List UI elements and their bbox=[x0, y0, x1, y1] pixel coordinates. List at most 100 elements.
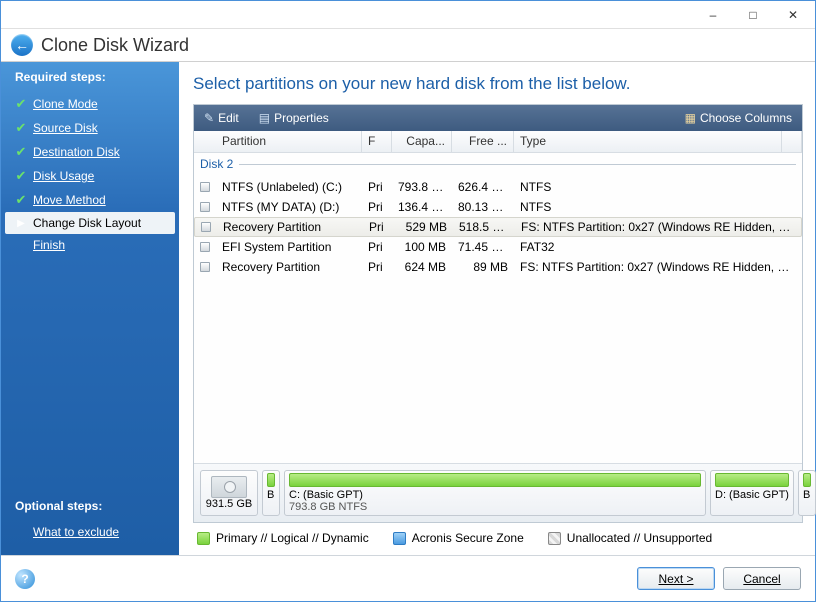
panel-toolbar: Edit Properties Choose Columns bbox=[194, 105, 802, 131]
cell-flag: Pri bbox=[362, 240, 392, 254]
swatch-blue-icon bbox=[393, 532, 406, 545]
part-sub: 793.8 GB NTFS bbox=[289, 501, 701, 513]
disk-map-part[interactable]: C: (Basic GPT)793.8 GB NTFS bbox=[284, 470, 706, 516]
hard-disk-icon bbox=[211, 476, 247, 498]
partition-panel: Edit Properties Choose Columns Part bbox=[193, 104, 803, 523]
legend-unallocated-label: Unallocated // Unsupported bbox=[567, 531, 712, 545]
disk-label-text: Disk 2 bbox=[200, 157, 233, 171]
titlebar: – □ ✕ bbox=[1, 1, 815, 29]
usage-bar bbox=[267, 473, 275, 487]
arrow-icon: ▶ bbox=[15, 218, 27, 229]
cancel-button[interactable]: Cancel bbox=[723, 567, 801, 590]
partition-icon bbox=[195, 222, 217, 232]
step-label: Change Disk Layout bbox=[33, 216, 141, 230]
edit-label: Edit bbox=[218, 111, 239, 125]
sidebar-optional-step[interactable]: What to exclude bbox=[1, 521, 179, 543]
disk-group-label: Disk 2 bbox=[194, 153, 802, 173]
partition-row[interactable]: Recovery PartitionPri529 MB518.5 MBFS: N… bbox=[194, 217, 802, 237]
cell-cap: 136.4 GB bbox=[392, 200, 452, 214]
close-button[interactable]: ✕ bbox=[773, 3, 813, 27]
part-name: C: (Basic GPT) bbox=[289, 489, 701, 501]
step-label: What to exclude bbox=[33, 525, 119, 539]
minimize-button[interactable]: – bbox=[693, 3, 733, 27]
part-name: D: (Basic GPT) bbox=[715, 489, 789, 501]
disk-summary[interactable]: 931.5 GB bbox=[200, 470, 258, 516]
required-steps-list: ✔Clone Mode✔Source Disk✔Destination Disk… bbox=[1, 92, 179, 256]
legend-primary: Primary // Logical // Dynamic bbox=[197, 531, 369, 545]
sidebar: Required steps: ✔Clone Mode✔Source Disk✔… bbox=[1, 62, 179, 555]
partition-icon bbox=[194, 262, 216, 272]
wizard-body: Required steps: ✔Clone Mode✔Source Disk✔… bbox=[1, 62, 815, 555]
optional-steps-list: What to exclude bbox=[1, 521, 179, 543]
properties-button[interactable]: Properties bbox=[249, 105, 339, 131]
instruction-text: Select partitions on your new hard disk … bbox=[193, 74, 803, 94]
step-label: Disk Usage bbox=[33, 169, 94, 183]
wizard-header: ← Clone Disk Wizard bbox=[1, 29, 815, 62]
disk-map-parts: B...C: (Basic GPT)793.8 GB NTFSD: (Basic… bbox=[262, 470, 796, 516]
col-partition[interactable]: Partition bbox=[216, 131, 362, 152]
cell-cap: 529 MB bbox=[393, 220, 453, 234]
col-flags[interactable]: F bbox=[362, 131, 392, 152]
disk-map-part[interactable]: B... bbox=[798, 470, 816, 516]
cell-flag: Pri bbox=[362, 180, 392, 194]
step-label: Destination Disk bbox=[33, 145, 120, 159]
col-type[interactable]: Type bbox=[514, 131, 782, 152]
content-area: Select partitions on your new hard disk … bbox=[179, 62, 815, 555]
disk-map-part[interactable]: D: (Basic GPT) bbox=[710, 470, 794, 516]
disk-map-part[interactable]: B... bbox=[262, 470, 280, 516]
sidebar-step[interactable]: ✔Disk Usage bbox=[1, 164, 179, 188]
columns-icon bbox=[685, 111, 696, 125]
divider bbox=[239, 164, 796, 165]
cell-name: NTFS (Unlabeled) (C:) bbox=[216, 180, 362, 194]
footer: ? Next > Cancel bbox=[1, 555, 815, 601]
cell-name: NTFS (MY DATA) (D:) bbox=[216, 200, 362, 214]
partition-row[interactable]: Recovery PartitionPri624 MB89 MBFS: NTFS… bbox=[194, 257, 802, 277]
sidebar-step[interactable]: Finish bbox=[1, 234, 179, 256]
partition-row[interactable]: NTFS (MY DATA) (D:)Pri136.4 GB80.13 GBNT… bbox=[194, 197, 802, 217]
wizard-window: – □ ✕ ← Clone Disk Wizard Required steps… bbox=[0, 0, 816, 602]
cell-flag: Pri bbox=[363, 220, 393, 234]
sidebar-step[interactable]: ✔Move Method bbox=[1, 188, 179, 212]
col-icon[interactable] bbox=[194, 131, 216, 152]
edit-button[interactable]: Edit bbox=[194, 105, 249, 131]
cell-flag: Pri bbox=[362, 260, 392, 274]
cell-flag: Pri bbox=[362, 200, 392, 214]
legend-unallocated: Unallocated // Unsupported bbox=[548, 531, 712, 545]
col-extra[interactable] bbox=[782, 131, 802, 152]
cell-type: NTFS bbox=[514, 180, 798, 194]
step-label: Move Method bbox=[33, 193, 106, 207]
cell-name: EFI System Partition bbox=[216, 240, 362, 254]
choose-columns-label: Choose Columns bbox=[700, 111, 792, 125]
grid-body: Disk 2 NTFS (Unlabeled) (C:)Pri793.8 GB6… bbox=[194, 153, 802, 463]
legend-acronis-label: Acronis Secure Zone bbox=[412, 531, 524, 545]
next-button[interactable]: Next > bbox=[637, 567, 715, 590]
sidebar-step[interactable]: ✔Destination Disk bbox=[1, 140, 179, 164]
cell-free: 80.13 GB bbox=[452, 200, 514, 214]
col-capacity[interactable]: Capa... bbox=[392, 131, 452, 152]
pencil-icon bbox=[204, 111, 214, 125]
cell-name: Recovery Partition bbox=[216, 260, 362, 274]
cell-cap: 624 MB bbox=[392, 260, 452, 274]
col-free[interactable]: Free ... bbox=[452, 131, 514, 152]
disk-size-label: 931.5 GB bbox=[206, 498, 252, 510]
check-icon: ✔ bbox=[15, 120, 27, 136]
help-button[interactable]: ? bbox=[15, 569, 35, 589]
maximize-button[interactable]: □ bbox=[733, 3, 773, 27]
disk-map: 931.5 GB B...C: (Basic GPT)793.8 GB NTFS… bbox=[194, 463, 802, 522]
cell-cap: 793.8 GB bbox=[392, 180, 452, 194]
swatch-green-icon bbox=[197, 532, 210, 545]
cell-free: 89 MB bbox=[452, 260, 514, 274]
cell-type: FS: NTFS Partition: 0x27 (Windows RE Hid… bbox=[514, 260, 798, 274]
usage-bar bbox=[803, 473, 811, 487]
optional-steps-heading: Optional steps: bbox=[1, 491, 179, 521]
partition-rows: NTFS (Unlabeled) (C:)Pri793.8 GB626.4 GB… bbox=[194, 173, 802, 281]
back-button[interactable]: ← bbox=[11, 34, 33, 56]
wizard-title: Clone Disk Wizard bbox=[41, 35, 189, 56]
cell-free: 626.4 GB bbox=[452, 180, 514, 194]
partition-row[interactable]: EFI System PartitionPri100 MB71.45 MBFAT… bbox=[194, 237, 802, 257]
required-steps-heading: Required steps: bbox=[1, 62, 179, 92]
sidebar-step[interactable]: ✔Clone Mode bbox=[1, 92, 179, 116]
choose-columns-button[interactable]: Choose Columns bbox=[675, 105, 802, 131]
partition-row[interactable]: NTFS (Unlabeled) (C:)Pri793.8 GB626.4 GB… bbox=[194, 177, 802, 197]
sidebar-step[interactable]: ✔Source Disk bbox=[1, 116, 179, 140]
